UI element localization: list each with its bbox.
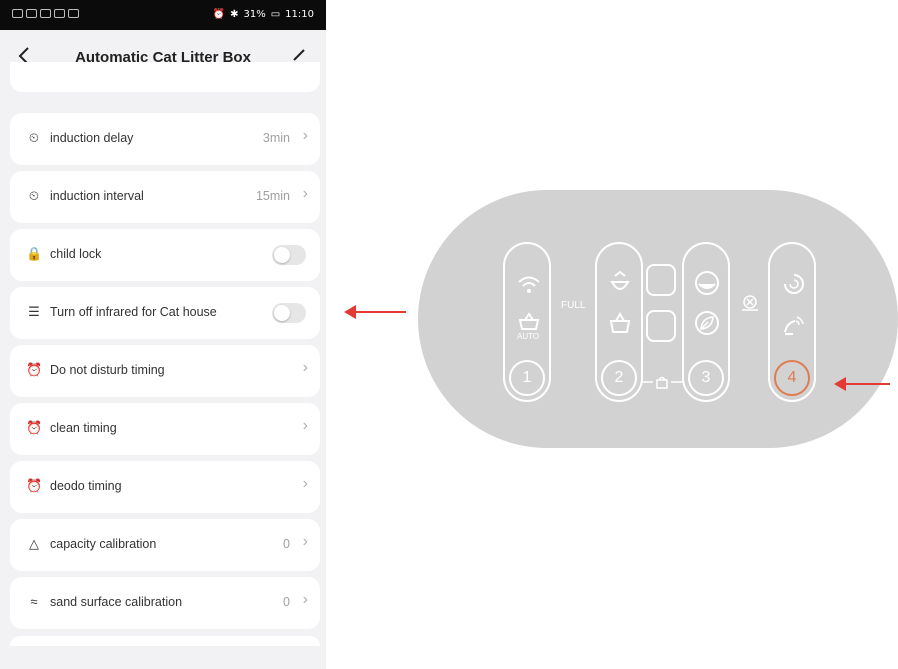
settings-row-label: clean timing: [50, 421, 117, 435]
auto-label: AUTO: [517, 332, 540, 341]
annotation-arrow-left: [344, 305, 406, 319]
deodorize-icon: [695, 271, 719, 295]
button-group-3: 3: [682, 242, 730, 402]
settings-row-label: deodo timing: [50, 479, 122, 493]
capacity-icon: △: [29, 536, 39, 551]
indicator-square: [646, 310, 676, 342]
settings-row[interactable]: ⏰ Do not disturb timing ›: [10, 345, 320, 397]
litter-basket-icon: [609, 312, 631, 333]
settings-row-value: 15min: [255, 189, 290, 203]
settings-row-value: 3min: [262, 131, 290, 145]
cat-bowl-icon: [610, 270, 630, 290]
chevron-right-icon: ›: [302, 475, 308, 492]
button-group-1: AUTO 1: [503, 242, 551, 402]
settings-row-value: 0: [283, 595, 290, 609]
settings-row[interactable]: ⏲ induction interval 15min ›: [10, 171, 320, 223]
button-4[interactable]: 4: [774, 360, 810, 396]
signal-icon: [26, 9, 37, 18]
chevron-right-icon: ›: [302, 127, 308, 144]
bluetooth-icon: ✱: [230, 9, 239, 20]
satellite-icon: [784, 316, 804, 335]
toggle-switch[interactable]: [272, 245, 306, 265]
settings-row[interactable]: ≈ sand surface calibration 0 ›: [10, 577, 320, 629]
leaf-icon: [695, 311, 719, 335]
settings-row-label: induction delay: [50, 131, 134, 145]
battery-icon: ▭: [270, 9, 281, 20]
list-item-partial: [10, 636, 320, 646]
child-lock-icon: [641, 376, 683, 389]
settings-row-label: induction interval: [50, 189, 144, 203]
button-2[interactable]: 2: [601, 360, 637, 396]
settings-row[interactable]: ⏰ clean timing ›: [10, 403, 320, 455]
settings-row-label: Do not disturb timing: [50, 363, 165, 377]
sensor-icon: [784, 274, 804, 294]
chevron-right-icon: ›: [302, 591, 308, 608]
button-group-2: 2: [595, 242, 643, 402]
timer-icon: ⏲: [28, 130, 40, 145]
notification-icon: [68, 9, 79, 18]
toggle-switch[interactable]: [272, 303, 306, 323]
chevron-right-icon: ›: [302, 359, 308, 376]
screenshot-root: ⏰ ✱ 31% ▭ 11:10 Automatic Cat Litter Box…: [0, 0, 898, 669]
timer-icon: ⏲: [28, 188, 40, 203]
alarm-clock-icon: ⏰: [26, 420, 43, 435]
settings-row-label: capacity calibration: [50, 537, 157, 551]
annotation-arrow-right: [834, 377, 890, 391]
settings-row[interactable]: △ capacity calibration 0 ›: [10, 519, 320, 571]
chevron-right-icon: ›: [302, 533, 308, 550]
settings-row-label: child lock: [50, 247, 102, 261]
chevron-right-icon: ›: [302, 417, 308, 434]
sim-icon: [12, 9, 23, 18]
wifi-icon: [54, 9, 65, 18]
status-icons-right: ⏰ ✱ 31% ▭ 11:10: [213, 9, 314, 20]
status-bar: ⏰ ✱ 31% ▭ 11:10: [0, 0, 326, 30]
settings-row-value: 0: [283, 537, 290, 551]
basket-icon: [518, 312, 540, 330]
wifi-icon: [518, 276, 540, 293]
chevron-right-icon: ›: [302, 185, 308, 202]
settings-row-label: Turn off infrared for Cat house: [50, 305, 217, 319]
alarm-icon: ⏰: [212, 9, 226, 20]
status-icons-left: [12, 9, 79, 18]
settings-row[interactable]: 🔒 child lock: [10, 229, 320, 281]
button-1[interactable]: 1: [509, 360, 545, 396]
button-3[interactable]: 3: [688, 360, 724, 396]
full-label: FULL: [561, 300, 586, 311]
list-item-partial: [10, 62, 320, 92]
phone-screen: ⏰ ✱ 31% ▭ 11:10 Automatic Cat Litter Box…: [0, 0, 326, 669]
device-control-panel: AUTO 1 FULL 2 3 4: [418, 190, 898, 448]
settings-row[interactable]: ☰ Turn off infrared for Cat house: [10, 287, 320, 339]
settings-row[interactable]: ⏲ induction delay 3min ›: [10, 113, 320, 165]
signal-icon: [40, 9, 51, 18]
error-icon: [742, 295, 758, 311]
settings-row-label: sand surface calibration: [50, 595, 183, 609]
alarm-clock-icon: ⏰: [26, 362, 43, 377]
infrared-icon: ☰: [28, 304, 40, 319]
indicator-square: [646, 264, 676, 296]
clock: 11:10: [285, 9, 314, 20]
settings-row[interactable]: ⏰ deodo timing ›: [10, 461, 320, 513]
wave-icon: ≈: [30, 594, 38, 609]
lock-icon: 🔒: [26, 246, 43, 261]
button-group-4: 4: [768, 242, 816, 402]
alarm-clock-icon: ⏰: [26, 478, 43, 493]
battery-percent: 31%: [243, 9, 266, 20]
